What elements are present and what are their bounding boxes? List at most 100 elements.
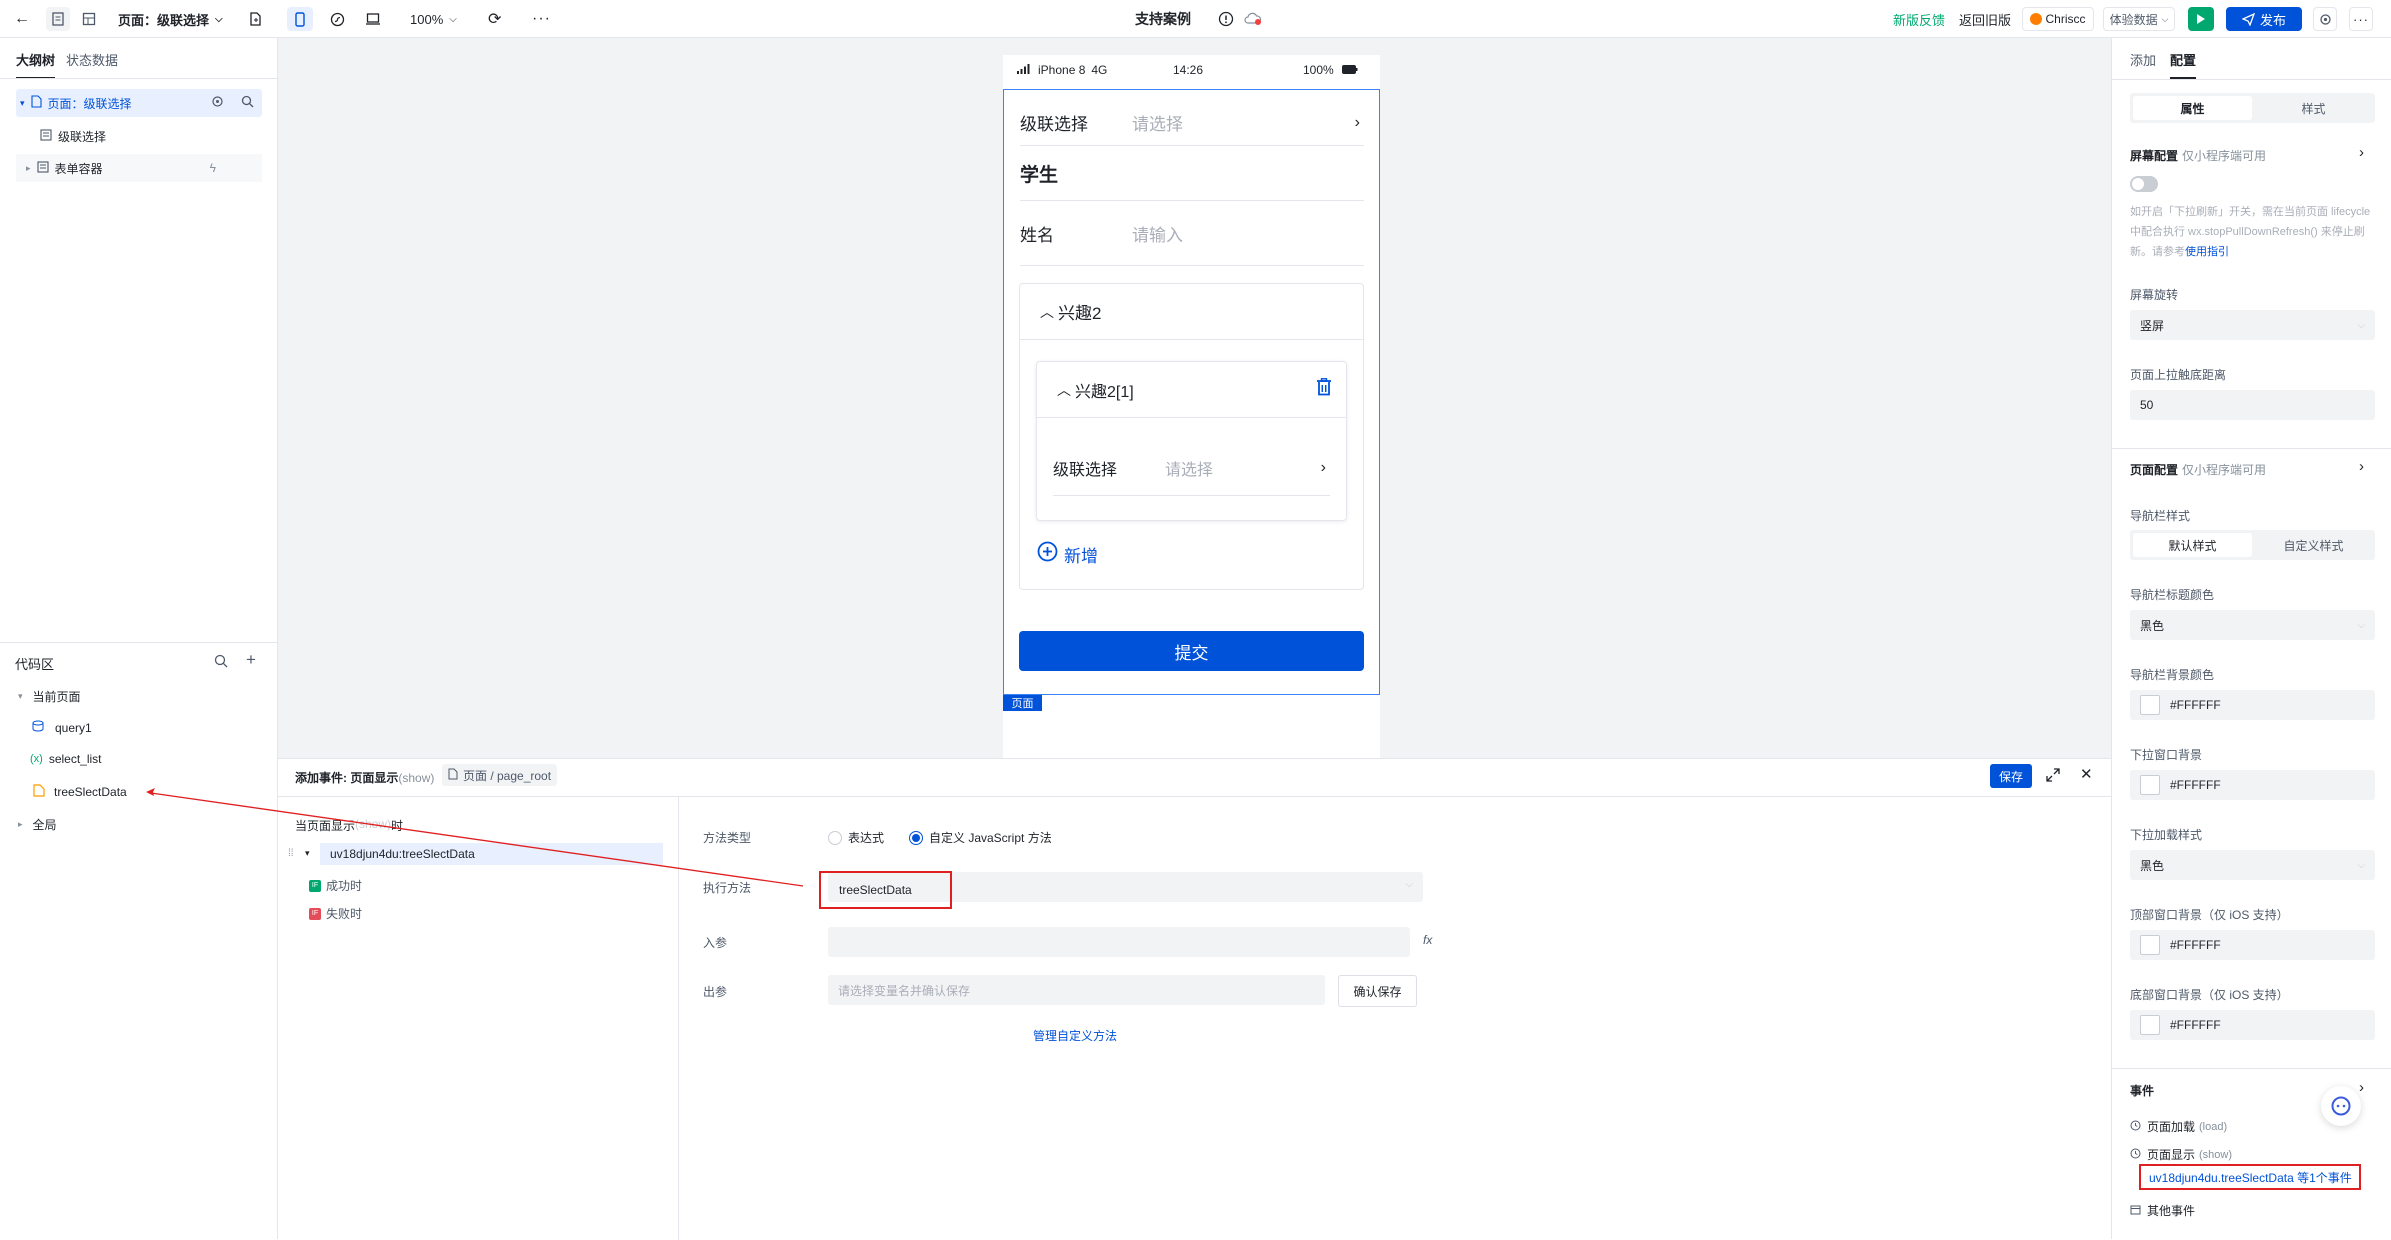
tab-add[interactable]: 添加: [2130, 50, 2156, 69]
chevron-up-icon: ︿: [1057, 381, 1071, 398]
rotate-select[interactable]: 竖屏 ⌵: [2130, 310, 2375, 340]
new-page-icon[interactable]: [248, 0, 263, 38]
submit-button[interactable]: 提交: [1019, 631, 1364, 671]
refresh-icon[interactable]: ⟳: [488, 0, 501, 38]
event-other-label: 其他事件: [2147, 1204, 2196, 1218]
pull-style-select[interactable]: 黑色 ⌵: [2130, 850, 2375, 880]
info-icon[interactable]: [1218, 0, 1234, 38]
radio-expression[interactable]: 表达式: [828, 829, 884, 846]
save-button[interactable]: 保存: [1990, 764, 2032, 788]
settings-icon[interactable]: [2313, 7, 2337, 31]
gear-icon[interactable]: [211, 95, 224, 111]
confirm-save-button[interactable]: 确认保存: [1338, 975, 1417, 1007]
breadcrumb[interactable]: 页面 / page_root: [442, 764, 558, 786]
guide-link[interactable]: 使用指引: [2185, 246, 2229, 258]
expand-icon[interactable]: [2046, 768, 2060, 787]
output-params-field[interactable]: 请选择变量名并确认保存: [828, 975, 1325, 1005]
chevron-down-icon: ⌵: [2357, 319, 2365, 331]
event-page-load[interactable]: 页面加载 (load): [2130, 1118, 2227, 1135]
item-header[interactable]: ︿ 兴趣2[1]: [1037, 362, 1346, 418]
tab-config[interactable]: 配置: [2170, 50, 2197, 79]
miniprogram-view-icon[interactable]: [324, 7, 350, 31]
cloud-sync-icon[interactable]: [1244, 0, 1262, 38]
exec-method-value[interactable]: treeSlectData: [819, 871, 952, 909]
assistant-bot-button[interactable]: [2321, 1086, 2361, 1126]
page-selector[interactable]: 页面：级联选择 ⌵: [118, 0, 223, 38]
close-icon[interactable]: ✕: [2080, 765, 2093, 783]
page-icon[interactable]: [46, 7, 70, 31]
nav-style-custom[interactable]: 自定义样式: [2254, 533, 2373, 557]
drag-handle-icon[interactable]: ⁞⁞: [288, 848, 294, 859]
clock-icon: [2130, 1148, 2141, 1162]
back-old-link[interactable]: 返回旧版: [1959, 0, 2011, 38]
chevron-right-icon[interactable]: ›: [2359, 458, 2364, 475]
action-node[interactable]: uv18djun4du:treeSlectData: [320, 843, 663, 865]
back-arrow-icon[interactable]: ←: [14, 0, 30, 38]
event-page-show[interactable]: 页面显示 (show): [2130, 1146, 2232, 1163]
add-item-button[interactable]: 新增: [1037, 541, 1098, 567]
search-icon[interactable]: [214, 654, 228, 673]
tree-node-cascader[interactable]: 级联选择: [16, 122, 262, 150]
chevron-right-icon[interactable]: ›: [2359, 1079, 2364, 1096]
cascader-placeholder: 请选择: [1132, 115, 1183, 134]
input-params-field[interactable]: [828, 927, 1410, 957]
event-show-hint: (show): [2199, 1148, 2233, 1161]
color-swatch[interactable]: [2140, 1015, 2160, 1035]
function-icon[interactable]: fx: [1423, 933, 1432, 947]
global-group[interactable]: ▸ 全局: [18, 816, 57, 833]
nav-bg-color-input[interactable]: #FFFFFF: [2130, 690, 2375, 720]
code-item-query1[interactable]: query1: [32, 720, 92, 736]
mobile-view-icon[interactable]: [287, 7, 313, 31]
seg-properties[interactable]: 属性: [2133, 96, 2252, 120]
more-menu-icon[interactable]: ···: [2349, 7, 2373, 31]
color-swatch[interactable]: [2140, 935, 2160, 955]
top-bg-color-input[interactable]: #FFFFFF: [2130, 930, 2375, 960]
tab-state-data[interactable]: 状态数据: [66, 50, 118, 69]
page-badge: 页面: [1003, 695, 1042, 711]
page-selector-label: 页面：级联选择: [118, 12, 210, 28]
fail-branch[interactable]: IF 失败时: [309, 905, 362, 922]
feedback-link[interactable]: 新版反馈: [1893, 0, 1945, 38]
event-show-detail[interactable]: uv18djun4du.treeSlectData 等1个事件: [2139, 1164, 2361, 1190]
search-icon[interactable]: [241, 95, 254, 111]
divider: [278, 796, 2111, 797]
success-branch[interactable]: IF 成功时: [309, 877, 362, 894]
radio-custom-js[interactable]: 自定义 JavaScript 方法: [909, 829, 1052, 846]
code-item-label: treeSlectData: [54, 785, 127, 799]
bottom-bg-color-input[interactable]: #FFFFFF: [2130, 1010, 2375, 1040]
zoom-select[interactable]: 100% ⌵: [410, 0, 457, 38]
nav-style-default[interactable]: 默认样式: [2133, 533, 2252, 557]
code-item-select-list[interactable]: (x) select_list: [30, 752, 102, 766]
reach-bottom-input[interactable]: 50: [2130, 390, 2375, 420]
tab-outline[interactable]: 大纲树: [16, 50, 56, 79]
cascader-row[interactable]: 级联选择 请选择 ›: [1020, 100, 1364, 146]
current-page-group[interactable]: ▾ 当前页面: [18, 688, 81, 705]
add-icon[interactable]: +: [246, 650, 256, 670]
inner-cascader-row[interactable]: 级联选择 请选择 ›: [1053, 440, 1330, 496]
layout-icon[interactable]: [77, 7, 101, 31]
cascader-label: 级联选择: [1020, 115, 1088, 134]
publish-button[interactable]: 发布: [2226, 7, 2302, 31]
experience-data-select[interactable]: 体验数据 ⌵: [2103, 7, 2175, 31]
tree-node-form-container[interactable]: ▸ 表单容器 ϟ: [16, 154, 262, 182]
desktop-view-icon[interactable]: [360, 7, 386, 31]
name-row[interactable]: 姓名 请输入: [1020, 202, 1364, 266]
tree-node-page[interactable]: ▾ 页面：级联选择: [16, 89, 262, 117]
user-chip[interactable]: Chriscc: [2022, 7, 2094, 31]
color-swatch[interactable]: [2140, 695, 2160, 715]
caret-down-icon[interactable]: ▾: [305, 848, 310, 859]
seg-styles[interactable]: 样式: [2254, 96, 2373, 120]
trash-icon[interactable]: [1316, 378, 1332, 401]
chevron-right-icon[interactable]: ›: [2359, 144, 2364, 161]
pull-bg-color-input[interactable]: #FFFFFF: [2130, 770, 2375, 800]
manage-custom-methods-link[interactable]: 管理自定义方法: [1033, 1027, 1117, 1044]
color-swatch[interactable]: [2140, 775, 2160, 795]
group-header[interactable]: ︿ 兴趣2: [1020, 284, 1363, 340]
more-icon[interactable]: ···: [532, 0, 551, 38]
code-item-treeslectdata[interactable]: treeSlectData: [33, 784, 127, 800]
code-area-title: 代码区: [15, 657, 55, 672]
preview-button[interactable]: [2188, 7, 2214, 31]
pull-refresh-toggle[interactable]: [2130, 176, 2158, 192]
nav-title-color-select[interactable]: 黑色 ⌵: [2130, 610, 2375, 640]
event-other[interactable]: 其他事件: [2130, 1202, 2195, 1219]
